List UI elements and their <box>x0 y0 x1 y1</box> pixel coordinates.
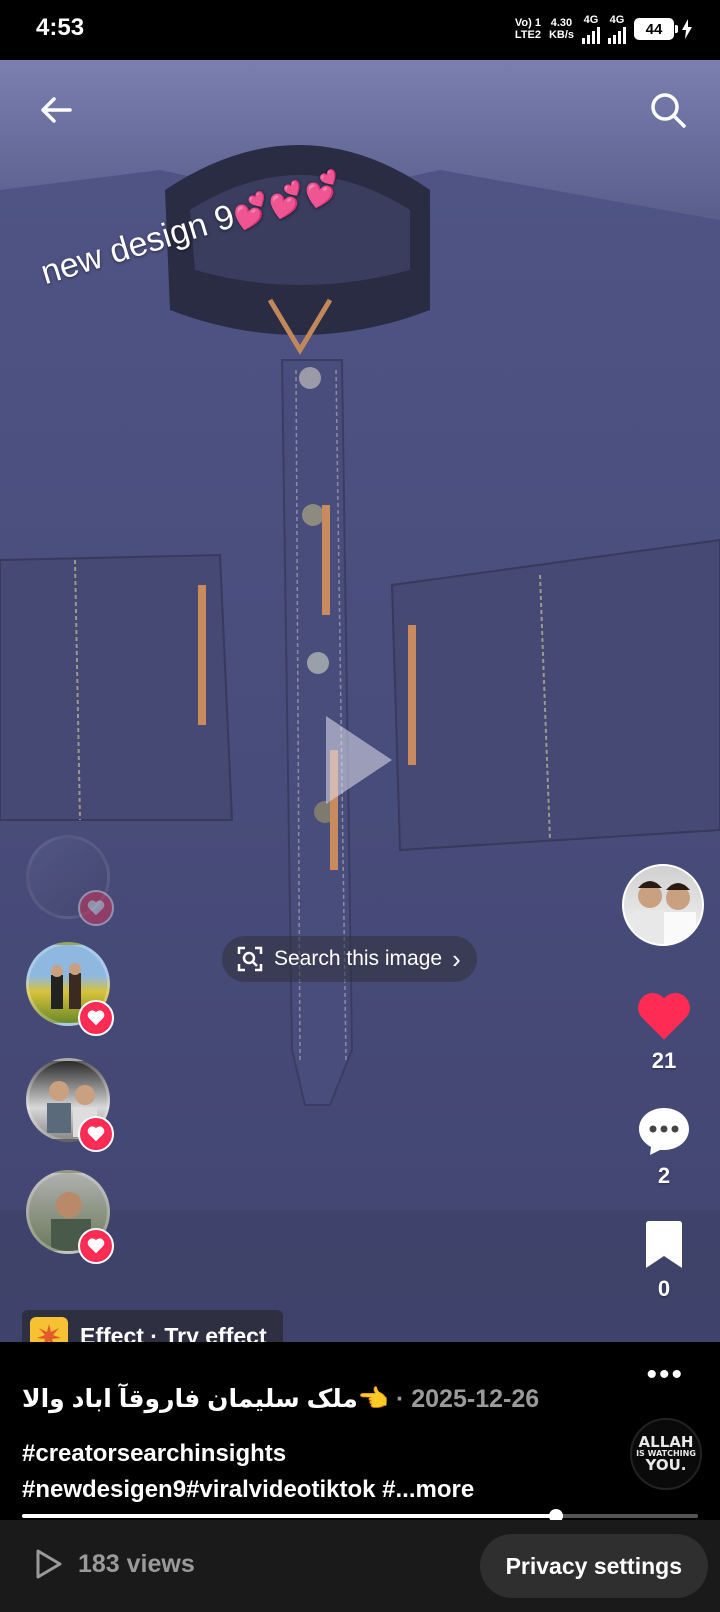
hashtag-line[interactable]: #creatorsearchinsights <box>22 1436 474 1472</box>
save-count: 0 <box>657 1276 671 1301</box>
profile-badge[interactable]: ALLAH IS WATCHING YOU. <box>630 1418 702 1490</box>
battery-indicator: 44 <box>634 18 678 40</box>
more-icon[interactable]: ••• <box>646 1360 684 1390</box>
heart-badge-icon <box>78 890 114 926</box>
search-button[interactable] <box>644 86 692 134</box>
volte-indicator: Vo) 1 LTE2 <box>514 17 541 41</box>
bookmark-icon <box>646 1221 682 1268</box>
back-arrow-icon <box>41 97 72 123</box>
video-player[interactable]: new design 9💕💕💕 Search this image › 21 2… <box>0 60 720 1342</box>
creator-avatar[interactable] <box>622 864 704 946</box>
pointing-emoji: 👈 <box>357 1385 390 1413</box>
views-count: 183 views <box>34 1548 195 1580</box>
more-link[interactable]: ...more <box>396 1476 475 1503</box>
sim2-signal: 4G <box>608 14 626 44</box>
signal-bars-icon <box>582 26 600 44</box>
save-button[interactable]: 0 <box>628 1220 700 1302</box>
like-button[interactable]: 21 <box>628 990 700 1074</box>
search-this-image-button[interactable]: Search this image › <box>222 936 477 982</box>
sim1-signal: 4G <box>582 14 600 44</box>
hashtags[interactable]: #creatorsearchinsights #newdesigen9#vira… <box>22 1436 474 1508</box>
search-icon <box>651 93 686 128</box>
views-play-icon <box>36 1549 62 1579</box>
search-this-image-label: Search this image <box>274 947 443 970</box>
comment-icon <box>639 1108 689 1155</box>
chevron-right-icon: › <box>452 943 461 974</box>
like-count: 21 <box>651 1048 677 1073</box>
charging-icon <box>682 19 692 39</box>
privacy-settings-button[interactable]: Privacy settings <box>479 1534 708 1598</box>
comment-count: 2 <box>657 1163 671 1188</box>
image-search-icon <box>237 946 263 972</box>
heart-badge-icon <box>78 1116 114 1152</box>
progress-fill <box>22 1514 557 1518</box>
heart-badge-icon <box>78 1000 114 1036</box>
heart-icon <box>638 993 690 1040</box>
back-button[interactable] <box>32 86 80 134</box>
heart-badge-icon <box>78 1228 114 1264</box>
comment-button[interactable]: 2 <box>628 1105 700 1189</box>
play-icon[interactable] <box>318 710 398 810</box>
post-date: 2025-12-26 <box>411 1385 540 1413</box>
status-indicators: Vo) 1 LTE2 4.30 KB/s 4G 4G 44 <box>515 14 692 44</box>
playback-progress[interactable] <box>22 1509 698 1523</box>
caption-author-text: ملک سلیمان فاروقآ اباد والا <box>22 1385 358 1413</box>
status-bar: 4:53 Vo) 1 LTE2 4.30 KB/s 4G 4G 44 <box>0 0 720 60</box>
hashtag-line: #newdesigen9#viralvideotiktok #...more <box>22 1476 475 1503</box>
video-caption[interactable]: ملک سلیمان فاروقآ اباد والا👈 · 2025-12-2… <box>22 1384 539 1414</box>
footer-bar: 183 views Privacy settings <box>0 1520 720 1612</box>
network-speed: 4.30 KB/s <box>548 17 574 41</box>
video-info-panel: ••• ملک سلیمان فاروقآ اباد والا👈 · 2025-… <box>0 1342 720 1612</box>
status-time: 4:53 <box>36 14 85 41</box>
signal-bars-icon <box>608 26 626 44</box>
